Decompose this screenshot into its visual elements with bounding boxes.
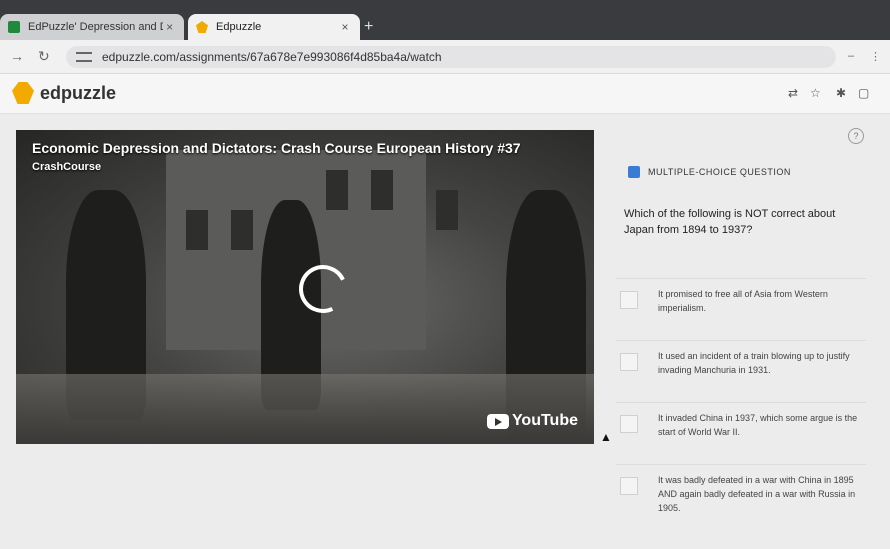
- forward-icon[interactable]: →: [10, 48, 24, 64]
- video-channel: CrashCourse: [32, 161, 102, 173]
- question-text: Which of the following is NOT correct ab…: [624, 208, 836, 236]
- translate-icon[interactable]: ⇄: [788, 86, 798, 100]
- youtube-logo[interactable]: YouTube: [486, 412, 578, 430]
- option-checkbox[interactable]: [620, 415, 638, 433]
- option-checkbox[interactable]: [620, 291, 638, 309]
- reload-icon[interactable]: ↻: [38, 48, 50, 65]
- answer-option[interactable]: It promised to free all of Asia from Wes…: [616, 278, 866, 340]
- question-type-label: MULTIPLE-CHOICE QUESTION: [648, 167, 791, 177]
- option-checkbox[interactable]: [620, 477, 638, 495]
- close-icon[interactable]: ×: [338, 20, 352, 34]
- minimize-icon[interactable]: –: [848, 50, 854, 62]
- edpuzzle-logo[interactable]: edpuzzle: [12, 82, 116, 104]
- rubble: [16, 374, 594, 444]
- mouse-cursor-icon: ▲: [600, 430, 612, 444]
- answer-option[interactable]: It used an incident of a train blowing u…: [616, 340, 866, 402]
- google-classroom-icon: [8, 21, 20, 33]
- answer-option[interactable]: It was badly defeated in a war with Chin…: [616, 464, 866, 534]
- logo-text: edpuzzle: [40, 82, 117, 103]
- tab-title: Edpuzzle: [216, 21, 262, 33]
- option-text: It was badly defeated in a war with Chin…: [658, 475, 856, 513]
- building-window: [326, 170, 348, 210]
- option-checkbox[interactable]: [620, 353, 638, 371]
- answer-option[interactable]: It invaded China in 1937, which some arg…: [616, 402, 866, 464]
- tab-edpuzzle-depression[interactable]: EdPuzzle' Depression and Dic ×: [0, 14, 184, 40]
- youtube-play-icon: [486, 413, 509, 429]
- question-header: MULTIPLE-CHOICE QUESTION: [628, 166, 791, 178]
- multiple-choice-icon: [628, 166, 640, 178]
- video-title: Economic Depression and Dictators: Crash…: [32, 140, 521, 156]
- youtube-text: YouTube: [511, 412, 578, 429]
- building-window: [371, 170, 393, 210]
- edpuzzle-logo-icon: [12, 82, 34, 104]
- building-window: [231, 210, 253, 250]
- option-text: It used an incident of a train blowing u…: [658, 351, 850, 375]
- main-content: Economic Depression and Dictators: Crash…: [0, 114, 890, 549]
- building-window: [436, 190, 458, 230]
- bookmark-star-icon[interactable]: ☆: [810, 86, 821, 100]
- menu-icon[interactable]: ⋮: [870, 50, 881, 63]
- site-settings-icon[interactable]: [76, 52, 92, 62]
- tab-title: EdPuzzle' Depression and Dic: [28, 21, 164, 33]
- tab-edpuzzle[interactable]: Edpuzzle ×: [188, 14, 360, 40]
- option-text: It promised to free all of Asia from Wes…: [658, 289, 828, 313]
- browser-toolbar: → ↻ edpuzzle.com/assignments/67a678e7e99…: [0, 40, 890, 74]
- new-tab-button[interactable]: +: [364, 18, 373, 36]
- extension-icon[interactable]: ✱: [836, 86, 846, 100]
- option-text: It invaded China in 1937, which some arg…: [658, 413, 858, 437]
- app-header: edpuzzle ⇄ ☆ ✱ ▢: [0, 74, 890, 114]
- edpuzzle-icon: [196, 21, 208, 33]
- browser-tab-bar: EdPuzzle' Depression and Dic × Edpuzzle …: [0, 0, 890, 40]
- building-window: [186, 210, 208, 250]
- video-player[interactable]: Economic Depression and Dictators: Crash…: [16, 130, 594, 444]
- close-icon[interactable]: ×: [163, 20, 176, 34]
- help-icon[interactable]: ?: [848, 128, 864, 144]
- tab-icon[interactable]: ▢: [858, 86, 869, 100]
- address-bar[interactable]: edpuzzle.com/assignments/67a678e7e993086…: [66, 46, 836, 68]
- url-text: edpuzzle.com/assignments/67a678e7e993086…: [102, 50, 442, 64]
